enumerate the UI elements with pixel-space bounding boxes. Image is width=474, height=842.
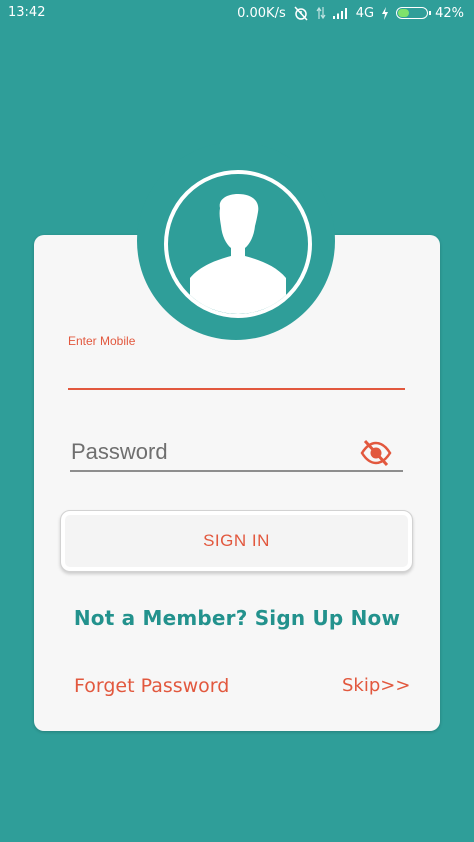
sign-up-link[interactable]: Not a Member? Sign Up Now bbox=[34, 606, 440, 630]
status-bar: 13:42 0.00K/s 4G 42% bbox=[0, 0, 474, 26]
battery-percent: 42% bbox=[435, 5, 464, 21]
charging-icon bbox=[381, 6, 389, 20]
battery-fill bbox=[398, 9, 410, 17]
alarm-off-icon bbox=[293, 5, 309, 21]
signal-icon bbox=[332, 7, 349, 19]
battery-icon bbox=[396, 7, 432, 19]
password-underline bbox=[70, 470, 403, 472]
network-type: 4G bbox=[355, 5, 375, 21]
status-time: 13:42 bbox=[8, 5, 46, 20]
avatar bbox=[164, 170, 312, 318]
forget-password-link[interactable]: Forget Password bbox=[74, 675, 229, 697]
password-input[interactable] bbox=[71, 434, 351, 470]
mobile-label: Enter Mobile bbox=[68, 334, 136, 348]
network-speed: 0.00K/s bbox=[237, 5, 286, 21]
mobile-input[interactable] bbox=[68, 352, 405, 390]
skip-link[interactable]: Skip>> bbox=[342, 675, 410, 696]
sign-in-button[interactable]: SIGN IN bbox=[60, 510, 413, 572]
user-silhouette-icon bbox=[190, 194, 286, 314]
status-right-group: 0.00K/s 4G 42% bbox=[237, 5, 464, 21]
password-visibility-toggle[interactable] bbox=[360, 439, 392, 467]
data-arrows-icon bbox=[316, 6, 326, 20]
eye-off-icon bbox=[360, 439, 392, 467]
